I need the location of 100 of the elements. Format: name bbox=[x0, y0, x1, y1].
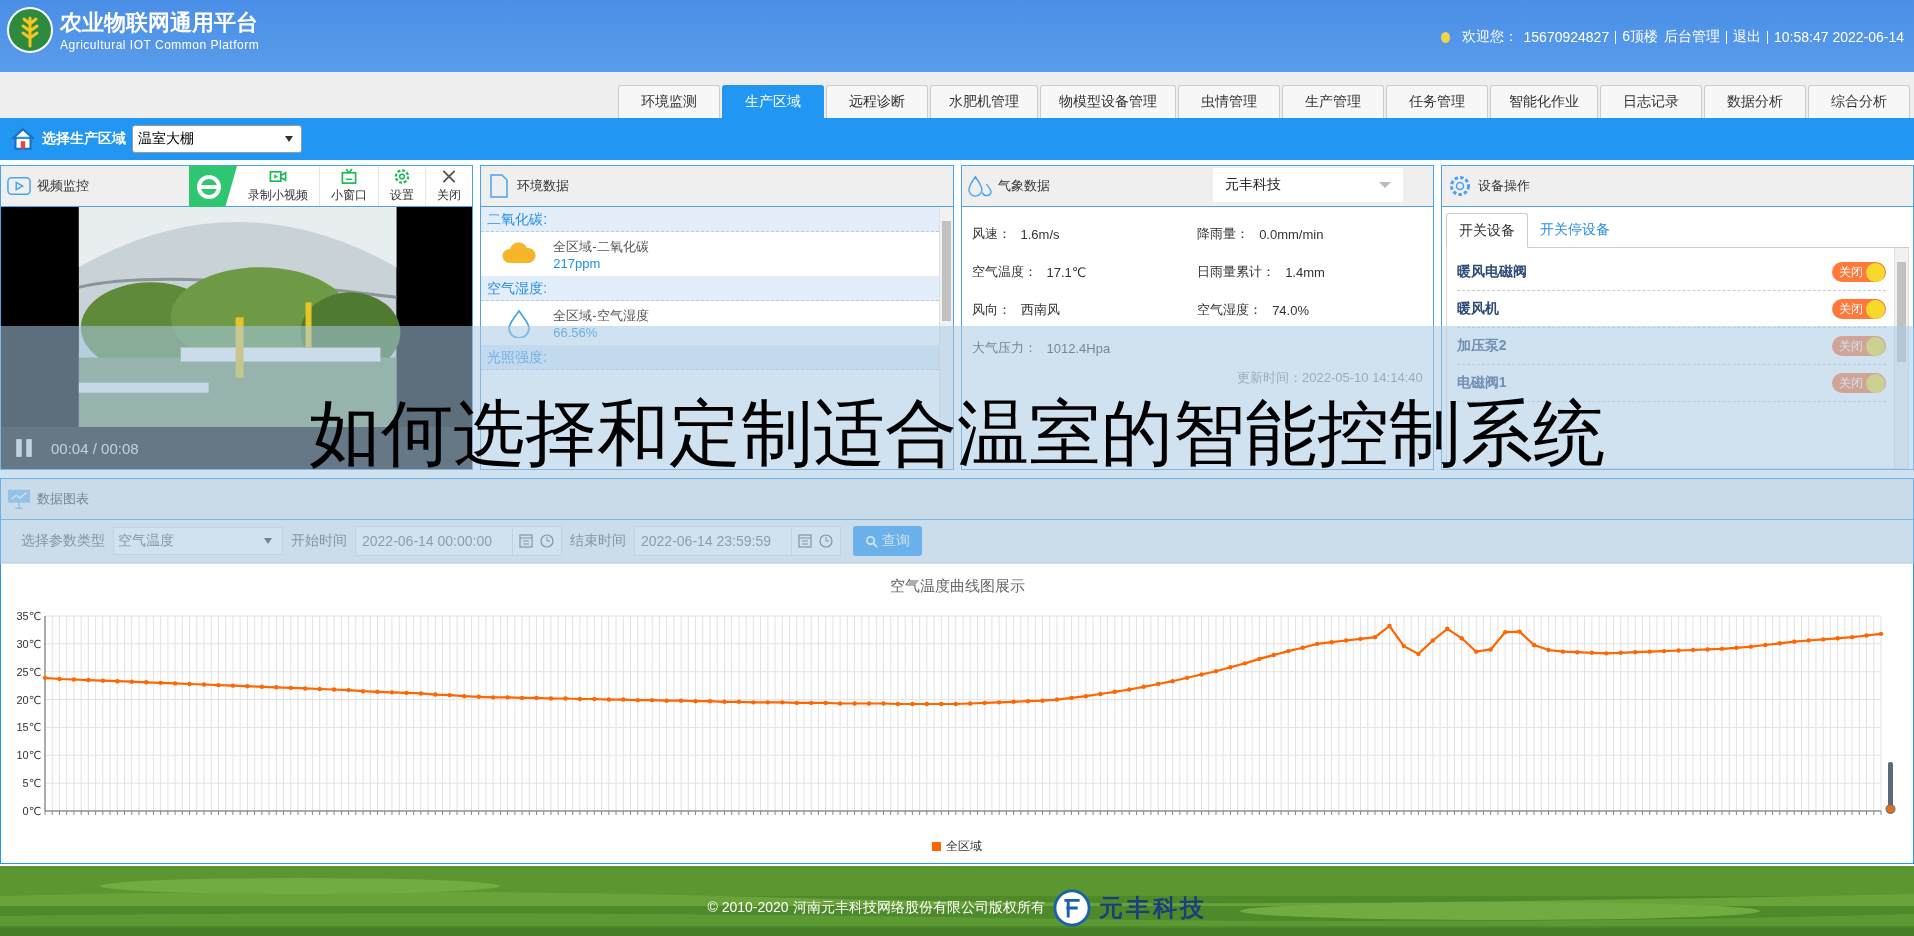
data-point bbox=[1676, 648, 1681, 653]
data-point bbox=[1777, 641, 1782, 646]
data-point bbox=[1604, 651, 1609, 656]
presentation-board-icon bbox=[7, 487, 31, 511]
data-point bbox=[331, 687, 337, 692]
pause-icon[interactable] bbox=[15, 438, 33, 458]
y-tick-label: 20℃ bbox=[16, 693, 41, 706]
data-point bbox=[129, 679, 134, 684]
nav-tab[interactable]: 水肥机管理 bbox=[930, 85, 1038, 118]
nav-tab[interactable]: 任务管理 bbox=[1386, 85, 1488, 118]
data-point bbox=[1184, 675, 1190, 681]
legend-label[interactable]: 全区域 bbox=[946, 838, 982, 855]
data-point bbox=[1849, 634, 1855, 640]
data-point bbox=[476, 694, 481, 699]
data-point bbox=[577, 696, 583, 702]
device-tab[interactable]: 开关设备 bbox=[1445, 213, 1528, 248]
data-point bbox=[1213, 668, 1219, 674]
close-icon bbox=[442, 169, 456, 184]
search-icon bbox=[865, 534, 878, 548]
data-point bbox=[837, 701, 843, 706]
data-point bbox=[57, 676, 62, 682]
panel-title: 设备操作 bbox=[1477, 177, 1530, 195]
data-point bbox=[1502, 629, 1508, 635]
source-select[interactable]: 元丰科技 bbox=[1212, 168, 1403, 202]
data-point bbox=[433, 692, 438, 697]
data-point bbox=[1690, 647, 1696, 653]
data-point bbox=[447, 692, 452, 698]
data-point bbox=[172, 681, 178, 686]
y-tick-label: 25℃ bbox=[16, 665, 41, 678]
data-point bbox=[1459, 636, 1464, 641]
y-tick-label: 30℃ bbox=[16, 637, 41, 650]
data-point bbox=[693, 699, 698, 704]
data-point bbox=[1560, 649, 1566, 654]
data-point bbox=[1401, 643, 1407, 649]
data-point bbox=[1705, 647, 1710, 652]
data-point bbox=[216, 682, 221, 688]
panel-title: 数据图表 bbox=[37, 490, 89, 508]
area-select[interactable]: 温室大棚 bbox=[132, 125, 302, 153]
data-point bbox=[968, 701, 973, 706]
platform-subtitle: Agricultural IOT Common Platform bbox=[60, 38, 260, 52]
data-point bbox=[924, 701, 930, 707]
data-point bbox=[866, 701, 872, 706]
data-point bbox=[519, 695, 525, 701]
data-point bbox=[1286, 648, 1291, 654]
nav-tab[interactable]: 物模型设备管理 bbox=[1040, 85, 1176, 118]
data-point bbox=[823, 700, 828, 706]
data-point bbox=[1343, 638, 1349, 643]
data-point bbox=[1633, 650, 1638, 655]
data-point bbox=[621, 697, 626, 702]
welcome-text: 欢迎您： bbox=[1461, 28, 1518, 46]
data-point bbox=[1719, 646, 1725, 652]
nav-tab[interactable]: 远程诊断 bbox=[826, 85, 928, 118]
data-point bbox=[1864, 633, 1869, 638]
data-point bbox=[780, 700, 785, 705]
data-point bbox=[1358, 636, 1363, 642]
data-point bbox=[1806, 638, 1811, 643]
field-value: 1012.4Hpa bbox=[1046, 340, 1111, 356]
data-point bbox=[953, 701, 958, 707]
field-label: 降雨量： bbox=[1197, 225, 1250, 243]
data-point bbox=[144, 680, 149, 685]
caret-icon bbox=[264, 538, 272, 544]
filter-label: 开始时间 bbox=[291, 532, 347, 550]
data-point bbox=[794, 700, 799, 706]
data-point bbox=[490, 695, 496, 700]
gear-icon bbox=[1447, 174, 1472, 198]
data-point bbox=[1531, 642, 1537, 648]
data-point bbox=[664, 698, 669, 703]
data-point bbox=[1763, 642, 1768, 648]
nav-tab[interactable]: 智能化作业 bbox=[1490, 85, 1598, 118]
nav-tab[interactable]: 数据分析 bbox=[1704, 85, 1806, 118]
data-point bbox=[1040, 698, 1045, 703]
chart-title: 空气温度曲线图展示 bbox=[889, 577, 1025, 596]
data-point bbox=[1835, 636, 1840, 641]
y-tick-label: 15℃ bbox=[16, 721, 41, 734]
data-point bbox=[303, 686, 308, 691]
nav-tab[interactable]: 生产管理 bbox=[1282, 85, 1384, 118]
nav-tab[interactable]: 综合分析 bbox=[1808, 85, 1910, 118]
scrollbar[interactable] bbox=[1894, 248, 1908, 468]
sensor-value: 66.56% bbox=[553, 324, 599, 340]
field-label: 大气压力： bbox=[971, 339, 1037, 357]
data-point bbox=[1792, 639, 1797, 644]
data-point bbox=[996, 700, 1002, 705]
field-label: 风速： bbox=[971, 225, 1011, 243]
data-point bbox=[534, 695, 539, 701]
data-point bbox=[1416, 651, 1421, 657]
user-phone: 15670924827 bbox=[1523, 29, 1610, 45]
data-point bbox=[1257, 656, 1262, 662]
data-point bbox=[895, 701, 901, 707]
data-point bbox=[650, 697, 655, 703]
device-tab[interactable]: 开关停设备 bbox=[1527, 213, 1622, 247]
field-value: 74.0% bbox=[1272, 302, 1309, 318]
data-point bbox=[346, 687, 351, 693]
nav-tab[interactable]: 日志记录 bbox=[1600, 85, 1702, 118]
filter-label: 选择参数类型 bbox=[21, 532, 105, 550]
field-label: 风向： bbox=[971, 301, 1011, 319]
data-point bbox=[1069, 695, 1074, 701]
data-point bbox=[1025, 699, 1031, 704]
nav-tab[interactable]: 虫情管理 bbox=[1178, 85, 1280, 118]
slider-handle[interactable] bbox=[1885, 762, 1896, 814]
nav-tab[interactable]: 环境监测 bbox=[618, 85, 720, 118]
